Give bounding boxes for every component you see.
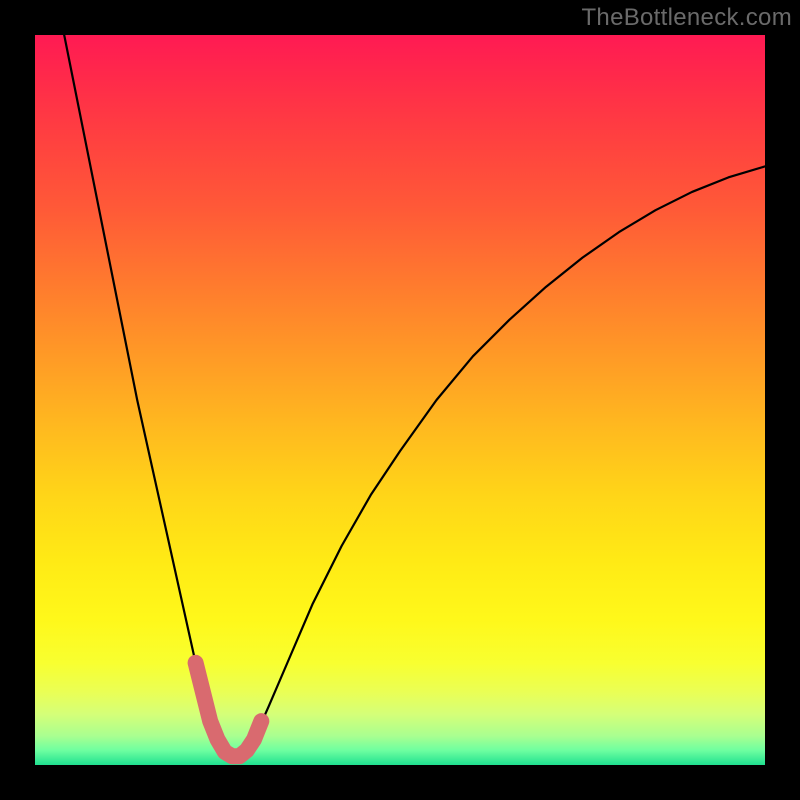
plot-area bbox=[35, 35, 765, 765]
watermark-text: TheBottleneck.com bbox=[581, 4, 792, 32]
bottleneck-curve-path bbox=[64, 35, 765, 756]
bottleneck-marker-path bbox=[196, 663, 262, 756]
curve-layer bbox=[35, 35, 765, 765]
chart-frame: TheBottleneck.com bbox=[0, 0, 800, 800]
